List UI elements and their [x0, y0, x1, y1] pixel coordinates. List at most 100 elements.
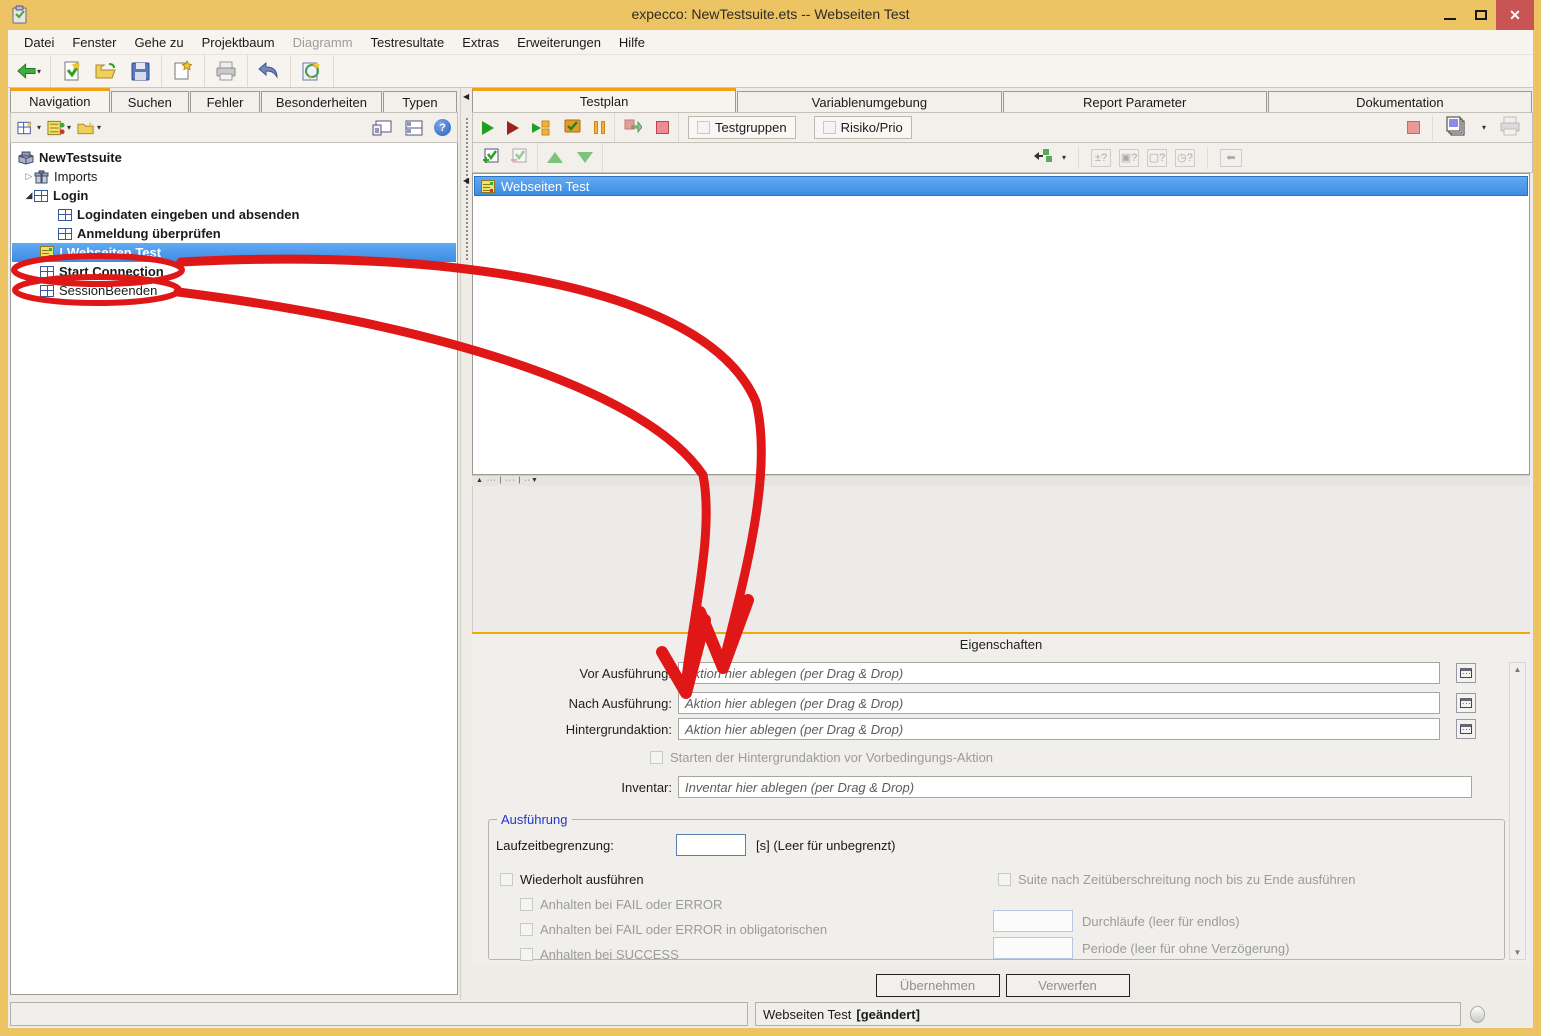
tab-typen[interactable]: Typen — [383, 91, 457, 112]
risiko-prio-checkbox[interactable]: Risiko/Prio — [814, 116, 912, 139]
tree-item-logindaten[interactable]: Logindaten eingeben und absenden — [12, 205, 456, 224]
split-layout-icon[interactable] — [402, 116, 426, 140]
suite-zu-ende-checkbox: Suite nach Zeitüberschreitung noch bis z… — [998, 872, 1356, 887]
wiederholt-ausfuehren-checkbox[interactable]: Wiederholt ausführen — [500, 872, 644, 887]
maximize-button[interactable] — [1466, 0, 1496, 30]
tree-item-login[interactable]: ◢ Login — [12, 186, 456, 205]
pause-icon[interactable] — [594, 121, 605, 134]
nach-ausfuehrung-browse-button[interactable] — [1456, 693, 1476, 713]
jump-back-icon: ⬅ — [1220, 149, 1242, 167]
scroll-up-icon[interactable]: ▲ — [1514, 665, 1522, 674]
check-add-icon[interactable] — [482, 148, 500, 168]
menu-fenster[interactable]: Fenster — [64, 32, 124, 53]
undo-icon[interactable] — [257, 59, 281, 83]
new-testplan-icon[interactable]: ▾ — [47, 116, 71, 140]
run-mode-dropdown-icon[interactable]: ▾ — [1062, 153, 1066, 162]
copies-dropdown-icon[interactable]: ▾ — [1482, 123, 1486, 132]
laufzeitbegrenzung-label: Laufzeitbegrenzung: — [496, 838, 614, 853]
project-tree: NewTestsuite ▷ Imports ◢ Login Logindate… — [10, 143, 458, 995]
hintergrundaktion-dropzone[interactable]: Aktion hier ablegen (per Drag & Drop) — [678, 718, 1440, 740]
menu-extras[interactable]: Extras — [454, 32, 507, 53]
run-report-icon[interactable] — [564, 119, 581, 136]
tree-label: SessionBeenden — [59, 283, 157, 298]
tab-variablenumgebung[interactable]: Variablenumgebung — [737, 91, 1001, 112]
tree-item-newtestsuite[interactable]: NewTestsuite — [12, 148, 456, 167]
copies-icon[interactable] — [1445, 116, 1469, 139]
detach-window-icon[interactable] — [370, 116, 394, 140]
panel-splitter[interactable]: ◀ ◀ — [460, 88, 472, 1000]
tree-label: Anmeldung überprüfen — [77, 226, 221, 241]
inventar-dropzone[interactable]: Inventar hier ablegen (per Drag & Drop) — [678, 776, 1472, 798]
laufzeitbegrenzung-input[interactable] — [676, 834, 746, 856]
help-icon[interactable]: ? — [434, 119, 451, 136]
tree-label: Imports — [54, 169, 97, 184]
testplan-panel: Testplan Variablenumgebung Report Parame… — [472, 88, 1533, 1000]
nach-ausfuehrung-dropzone[interactable]: Aktion hier ablegen (per Drag & Drop) — [678, 692, 1440, 714]
activity-indicator — [1470, 1006, 1485, 1023]
checkbox-icon[interactable] — [823, 121, 836, 134]
run-icon[interactable] — [482, 121, 494, 135]
open-folder-icon[interactable] — [94, 59, 118, 83]
back-icon[interactable]: ▾ — [17, 59, 41, 83]
tab-besonderheiten[interactable]: Besonderheiten — [261, 91, 382, 112]
run-debug-icon[interactable] — [507, 121, 519, 135]
menu-projektbaum[interactable]: Projektbaum — [194, 32, 283, 53]
splitter-collapse-icon[interactable]: ◀ — [463, 92, 469, 101]
print-icon — [214, 59, 238, 83]
check-document-icon[interactable] — [60, 59, 84, 83]
testgruppen-checkbox[interactable]: Testgruppen — [688, 116, 796, 139]
risiko-prio-label: Risiko/Prio — [841, 120, 903, 135]
reload-settings-icon[interactable] — [300, 59, 324, 83]
tab-navigation[interactable]: Navigation — [10, 88, 110, 112]
scroll-down-icon[interactable]: ▼ — [1514, 948, 1522, 957]
tree-item-webseiten-test[interactable]: ! Webseiten Test — [12, 243, 456, 262]
vor-ausfuehrung-browse-button[interactable] — [1456, 663, 1476, 683]
checkbox-label: Suite nach Zeitüberschreitung noch bis z… — [1018, 872, 1356, 887]
properties-scrollbar[interactable]: ▲▼ — [1509, 662, 1526, 960]
run-selected-icon[interactable] — [532, 120, 551, 136]
hintergrund-vor-vorbedingung-checkbox: Starten der Hintergrundaktion vor Vorbed… — [650, 750, 993, 765]
save-icon[interactable] — [128, 59, 152, 83]
run-mode-icon[interactable] — [1033, 147, 1053, 168]
tree-item-anmeldung[interactable]: Anmeldung überprüfen — [12, 224, 456, 243]
tab-testplan[interactable]: Testplan — [472, 88, 736, 112]
list-item-webseiten-test[interactable]: Webseiten Test — [474, 176, 1528, 196]
new-document-icon[interactable] — [171, 59, 195, 83]
horizontal-splitter[interactable]: ▲ ··· | ··· | ··▼ — [472, 475, 1530, 486]
right-tab-bar: Testplan Variablenumgebung Report Parame… — [472, 88, 1533, 112]
tree-item-imports[interactable]: ▷ Imports — [12, 167, 456, 186]
tree-toolbar: ▾ ▾ ▾ ? — [10, 112, 458, 143]
testplan-list: Webseiten Test — [472, 173, 1530, 475]
detail-empty-area — [472, 486, 1530, 632]
close-button[interactable]: ✕ — [1496, 0, 1534, 30]
expanded-expander-icon[interactable]: ◢ — [24, 190, 34, 201]
uebernehmen-button[interactable]: Übernehmen — [876, 974, 1000, 997]
tree-item-start-connection[interactable]: Start Connection — [12, 262, 456, 281]
vor-ausfuehrung-dropzone[interactable]: Aktion hier ablegen (per Drag & Drop) — [678, 662, 1440, 684]
menu-testresultate[interactable]: Testresultate — [363, 32, 453, 53]
menu-datei[interactable]: Datei — [16, 32, 62, 53]
collapsed-expander-icon[interactable]: ▷ — [24, 171, 34, 182]
durchlaeufe-hint: Durchläufe (leer für endlos) — [1082, 914, 1240, 929]
tab-suchen[interactable]: Suchen — [111, 91, 189, 112]
properties-title: Eigenschaften — [472, 634, 1530, 652]
durchlaeufe-input — [993, 910, 1073, 932]
verwerfen-button[interactable]: Verwerfen — [1006, 974, 1130, 997]
minimize-button[interactable] — [1435, 0, 1465, 30]
tab-dokumentation[interactable]: Dokumentation — [1268, 91, 1532, 112]
checkbox-icon[interactable] — [500, 873, 513, 886]
tree-item-sessionbeenden[interactable]: SessionBeenden — [12, 281, 456, 300]
tab-report-parameter[interactable]: Report Parameter — [1003, 91, 1267, 112]
anhalten-success-checkbox: Anhalten bei SUCCESS — [520, 947, 679, 962]
menu-erweiterungen[interactable]: Erweiterungen — [509, 32, 609, 53]
menu-hilfe[interactable]: Hilfe — [611, 32, 653, 53]
new-folder-icon[interactable]: ▾ — [77, 116, 101, 140]
menu-gehe-zu[interactable]: Gehe zu — [126, 32, 191, 53]
back-dropdown-icon[interactable]: ▾ — [37, 67, 41, 76]
tree-label: ! Webseiten Test — [59, 245, 161, 260]
splitter-collapse-icon[interactable]: ◀ — [463, 176, 469, 185]
tab-fehler[interactable]: Fehler — [190, 91, 260, 112]
hintergrundaktion-browse-button[interactable] — [1456, 719, 1476, 739]
new-testcase-icon[interactable]: ▾ — [17, 116, 41, 140]
checkbox-icon[interactable] — [697, 121, 710, 134]
